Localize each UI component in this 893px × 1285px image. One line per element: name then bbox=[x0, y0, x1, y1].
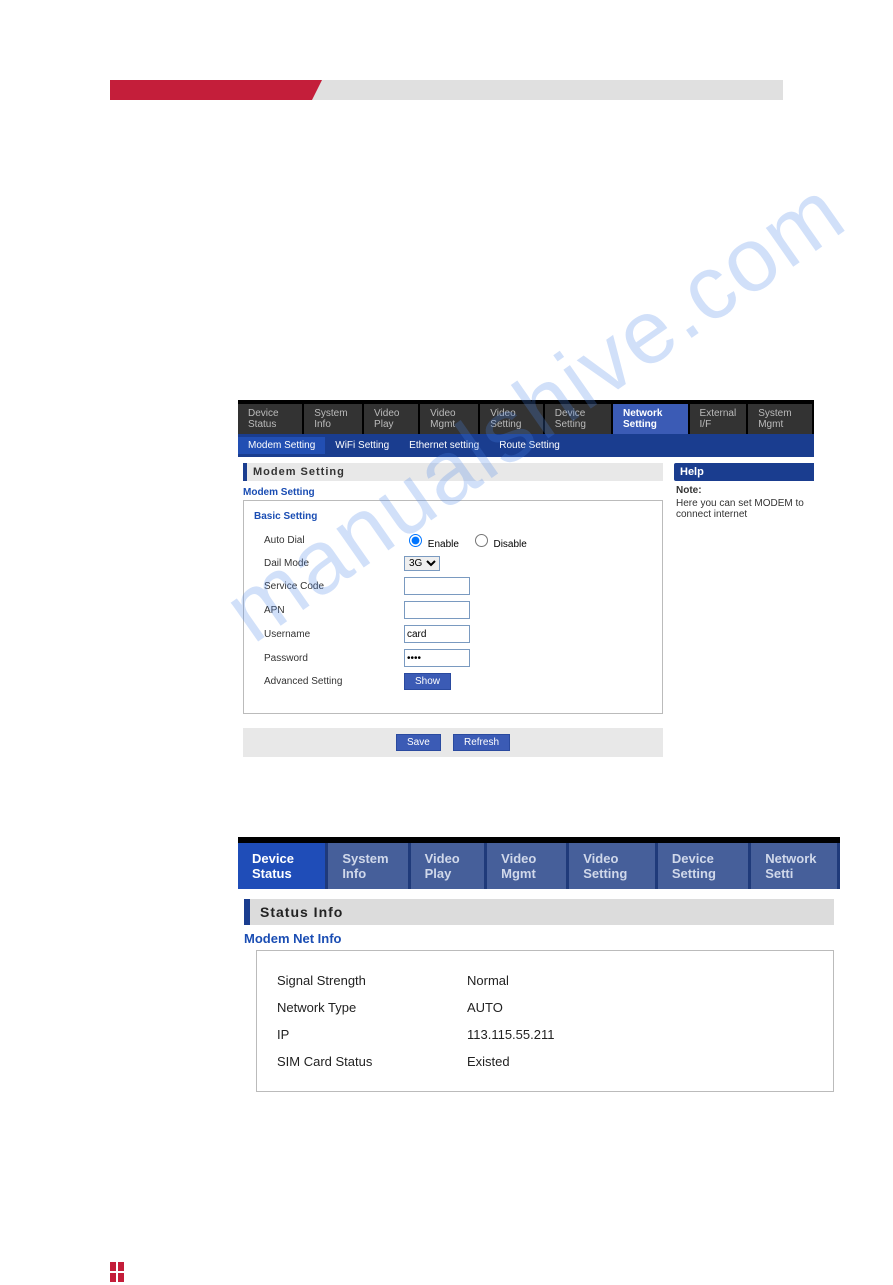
tab2-video-play[interactable]: Video Play bbox=[411, 843, 485, 889]
sub-tab-bar: Modem Setting WiFi Setting Ethernet sett… bbox=[238, 434, 814, 457]
status-row-network-type: Network Type AUTO bbox=[277, 994, 813, 1021]
username-input[interactable] bbox=[404, 625, 470, 643]
tab-video-setting[interactable]: Video Setting bbox=[480, 404, 543, 434]
tab-device-status[interactable]: Device Status bbox=[238, 404, 302, 434]
service-code-label: Service Code bbox=[254, 581, 404, 592]
auto-dial-disable-radio[interactable] bbox=[475, 534, 488, 547]
tab2-network-setting[interactable]: Network Setti bbox=[751, 843, 837, 889]
basic-setting-fieldset: Basic Setting Auto Dial Enable Disable D… bbox=[243, 500, 663, 714]
status-row-signal: Signal Strength Normal bbox=[277, 967, 813, 994]
tab2-video-setting[interactable]: Video Setting bbox=[569, 843, 655, 889]
status-section-label: Modem Net Info bbox=[244, 931, 840, 946]
tab-video-play[interactable]: Video Play bbox=[364, 404, 418, 434]
auto-dial-enable-radio[interactable] bbox=[409, 534, 422, 547]
tab2-device-setting[interactable]: Device Setting bbox=[658, 843, 748, 889]
subtab-wifi-setting[interactable]: WiFi Setting bbox=[325, 437, 399, 454]
help-title: Help bbox=[674, 463, 814, 481]
dial-mode-label: Dail Mode bbox=[254, 558, 404, 569]
apn-label: APN bbox=[254, 605, 404, 616]
save-button[interactable]: Save bbox=[396, 734, 441, 751]
username-label: Username bbox=[254, 629, 404, 640]
enable-label: Enable bbox=[428, 539, 459, 550]
section-label: Modem Setting bbox=[243, 487, 663, 498]
panel-title: Modem Setting bbox=[243, 463, 663, 481]
ip-label: IP bbox=[277, 1027, 467, 1042]
modem-setting-screenshot: Device Status System Info Video Play Vid… bbox=[238, 400, 814, 757]
sim-card-status-value: Existed bbox=[467, 1054, 510, 1069]
sim-card-status-label: SIM Card Status bbox=[277, 1054, 467, 1069]
tab2-system-info[interactable]: System Info bbox=[328, 843, 407, 889]
tab-network-setting[interactable]: Network Setting bbox=[613, 404, 688, 434]
disable-label: Disable bbox=[493, 539, 526, 550]
fieldset-title: Basic Setting bbox=[254, 511, 652, 522]
status-panel-title: Status Info bbox=[244, 899, 834, 925]
status-tab-bar: Device Status System Info Video Play Vid… bbox=[238, 843, 840, 889]
show-button[interactable]: Show bbox=[404, 673, 451, 690]
page-header-banner bbox=[110, 80, 783, 100]
subtab-modem-setting[interactable]: Modem Setting bbox=[238, 437, 325, 454]
ip-value: 113.115.55.211 bbox=[467, 1027, 554, 1042]
status-row-ip: IP 113.115.55.211 bbox=[277, 1021, 813, 1048]
help-note-text: Here you can set MODEM to connect intern… bbox=[676, 498, 804, 520]
signal-strength-label: Signal Strength bbox=[277, 973, 467, 988]
dial-mode-select[interactable]: 3G bbox=[404, 556, 440, 571]
network-type-value: AUTO bbox=[467, 1000, 503, 1015]
tab2-video-mgmt[interactable]: Video Mgmt bbox=[487, 843, 566, 889]
refresh-button[interactable]: Refresh bbox=[453, 734, 510, 751]
subtab-route-setting[interactable]: Route Setting bbox=[489, 437, 570, 454]
tab2-device-status[interactable]: Device Status bbox=[238, 843, 325, 889]
auto-dial-label: Auto Dial bbox=[254, 535, 404, 546]
advanced-setting-label: Advanced Setting bbox=[254, 676, 404, 687]
apn-input[interactable] bbox=[404, 601, 470, 619]
password-input[interactable] bbox=[404, 649, 470, 667]
subtab-ethernet-setting[interactable]: Ethernet setting bbox=[399, 437, 489, 454]
device-status-screenshot: Device Status System Info Video Play Vid… bbox=[238, 837, 840, 1092]
tab-external-if[interactable]: External I/F bbox=[690, 404, 747, 434]
service-code-input[interactable] bbox=[404, 577, 470, 595]
password-label: Password bbox=[254, 653, 404, 664]
tab-system-mgmt[interactable]: System Mgmt bbox=[748, 404, 812, 434]
button-bar: Save Refresh bbox=[243, 728, 663, 757]
status-row-sim: SIM Card Status Existed bbox=[277, 1048, 813, 1075]
tab-video-mgmt[interactable]: Video Mgmt bbox=[420, 404, 478, 434]
tab-system-info[interactable]: System Info bbox=[304, 404, 362, 434]
network-type-label: Network Type bbox=[277, 1000, 467, 1015]
footer-logo-icon bbox=[110, 1262, 124, 1282]
help-note-label: Note: bbox=[676, 485, 812, 496]
signal-strength-value: Normal bbox=[467, 973, 509, 988]
tab-device-setting[interactable]: Device Setting bbox=[545, 404, 611, 434]
modem-net-info-box: Signal Strength Normal Network Type AUTO… bbox=[256, 950, 834, 1092]
help-panel: Help Note: Here you can set MODEM to con… bbox=[674, 463, 814, 757]
top-tab-bar: Device Status System Info Video Play Vid… bbox=[238, 400, 814, 434]
